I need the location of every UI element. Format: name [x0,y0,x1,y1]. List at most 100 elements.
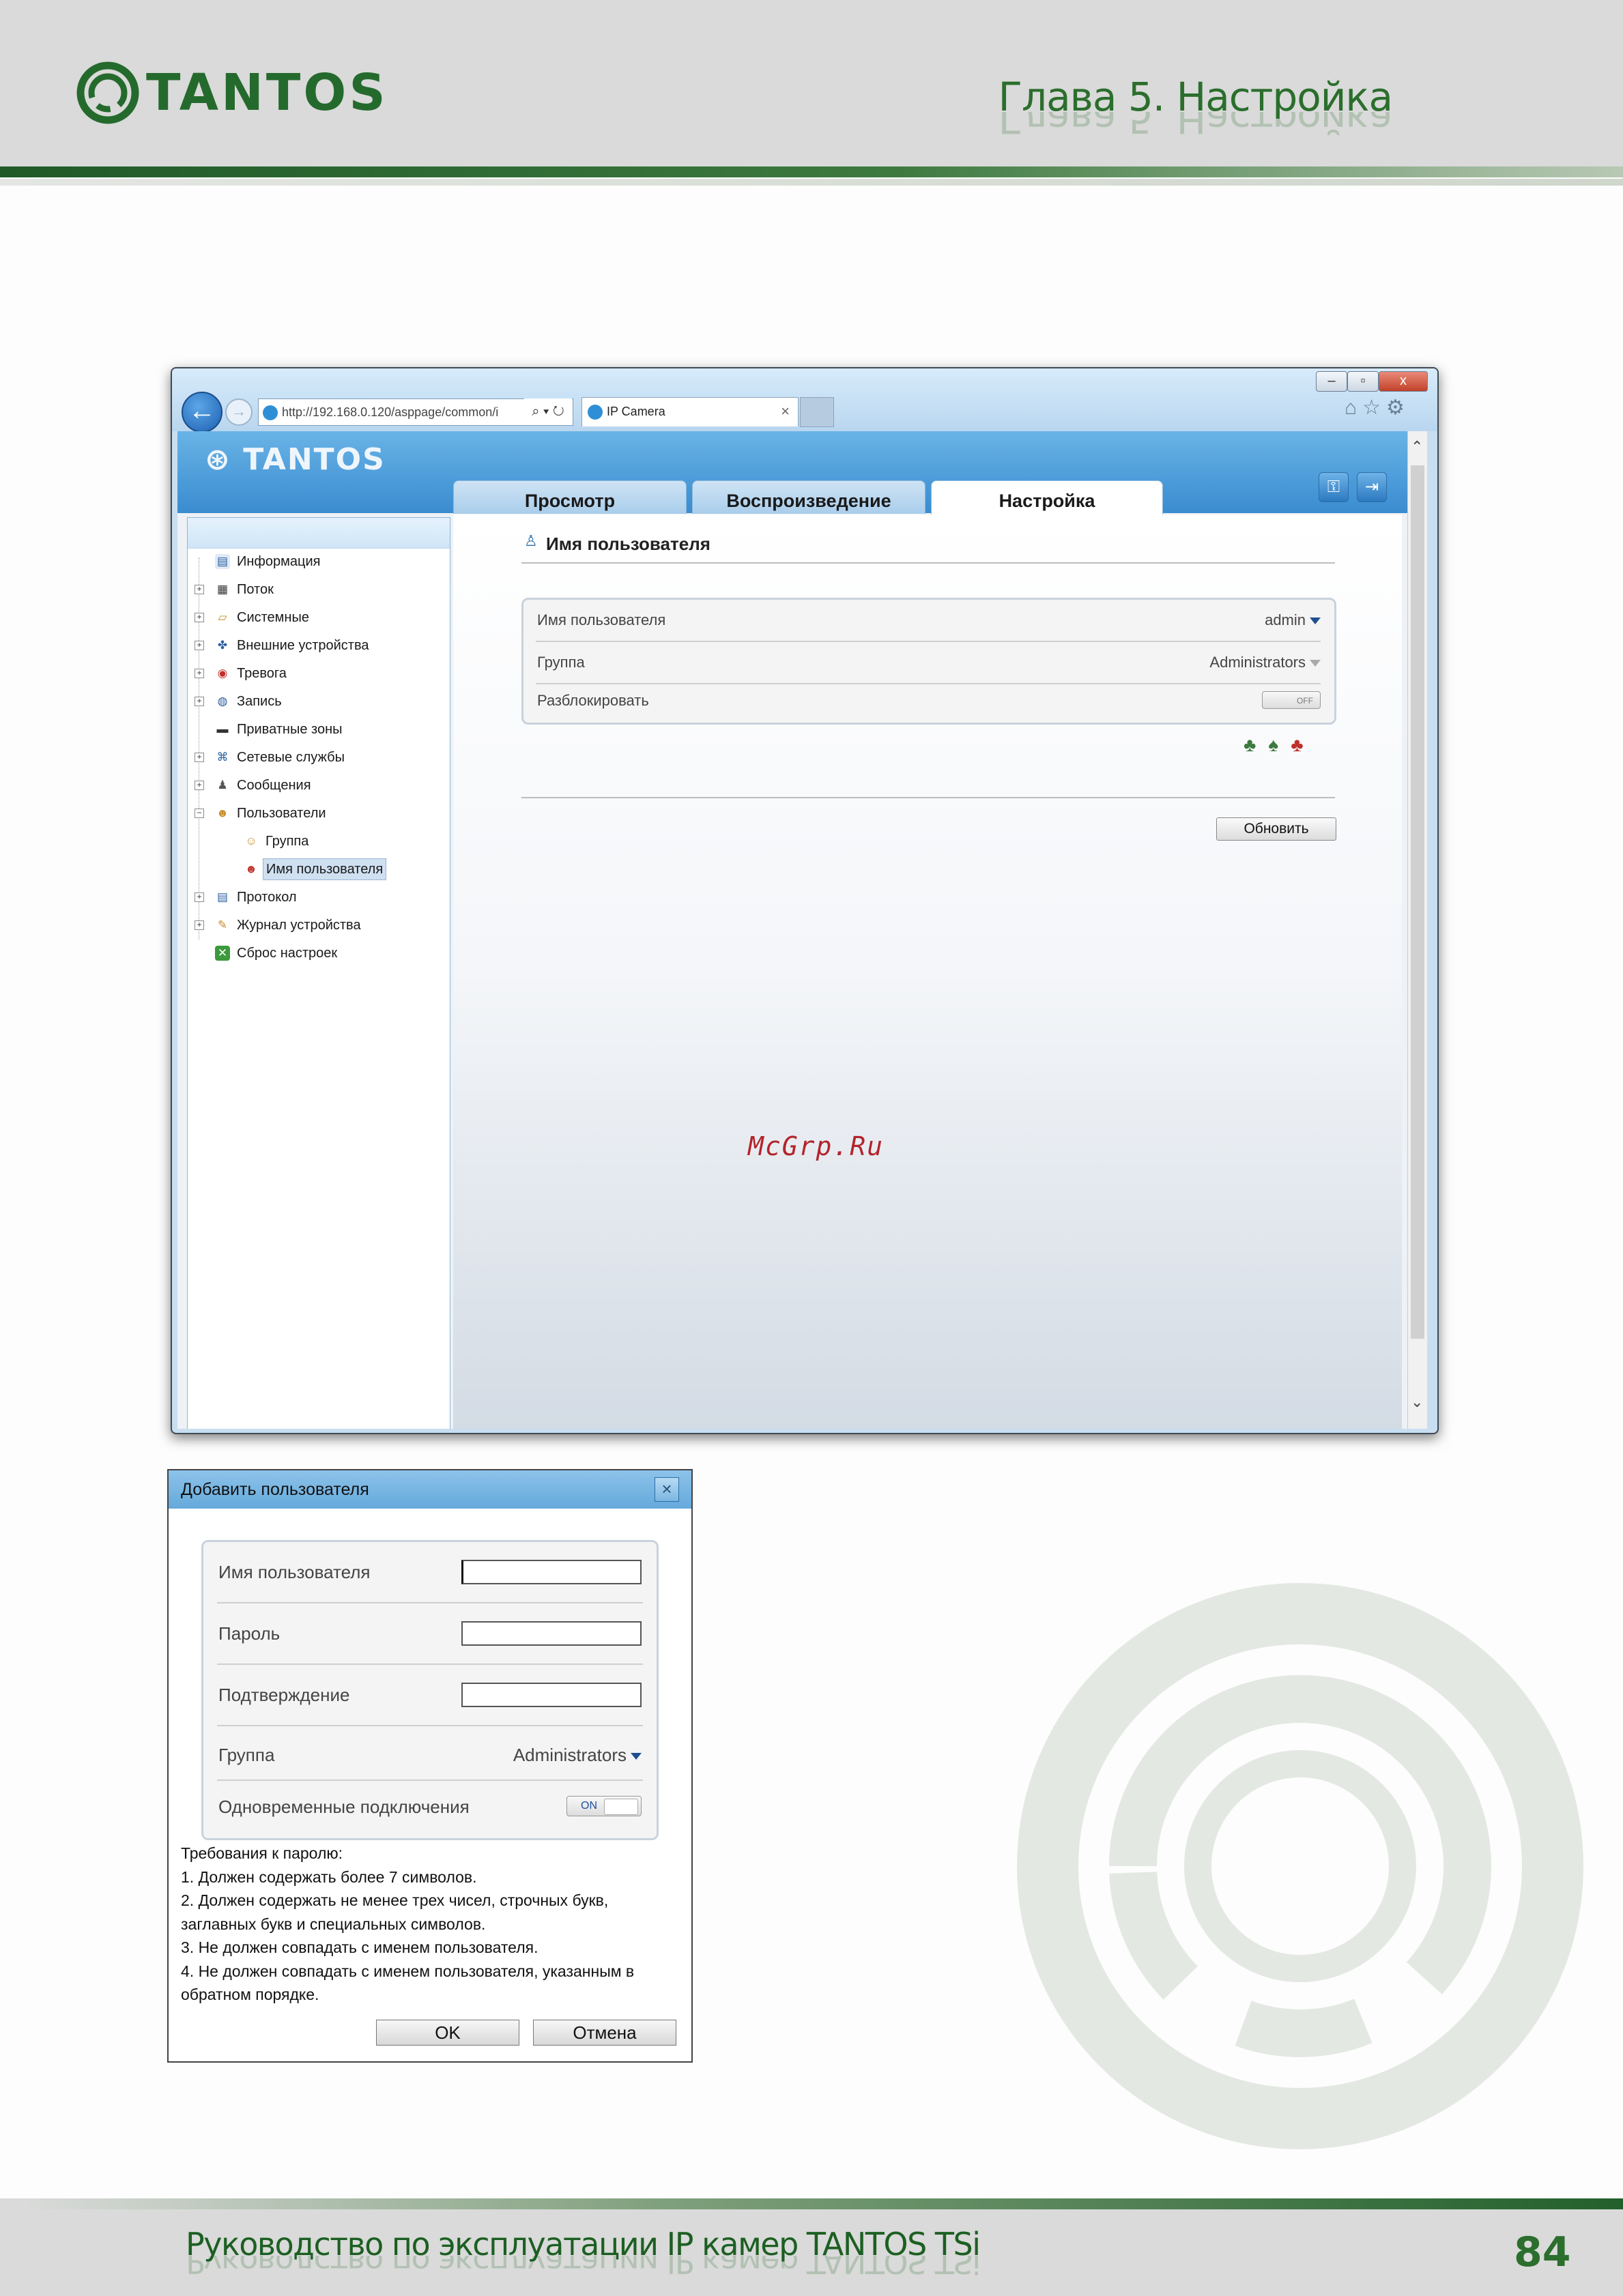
browser-toolbar-icons[interactable]: ⌂☆⚙ [1345,396,1410,420]
sidebar-item-username[interactable]: ☻ Имя пользователя [188,856,450,883]
expand-icon[interactable]: + [195,753,204,762]
expand-icon[interactable]: + [195,641,204,650]
username-select[interactable]: admin [1265,600,1321,641]
sidebar-item-group[interactable]: ☺ Группа [188,828,450,855]
header-stripe-light [0,179,1623,186]
edit-user-icon[interactable]: ♠ [1268,734,1291,755]
sidebar-item-messages[interactable]: + ♟ Сообщения [188,772,450,799]
refresh-button[interactable]: Обновить [1216,817,1336,841]
sidebar-item-label: Имя пользователя [263,858,387,880]
sidebar-item-system[interactable]: + ▱ Системные [188,604,450,631]
password-input[interactable] [461,1621,642,1646]
dialog-username-row: Имя пользователя [203,1542,657,1602]
expand-icon[interactable]: + [195,892,204,902]
app-logo-text: TANTOS [243,442,386,477]
scroll-up-icon[interactable]: ⌃ [1411,438,1423,456]
forward-arrow-icon[interactable]: → [225,398,253,426]
dialog-title: Добавить пользователя [181,1480,369,1499]
sidebar-item-alarm[interactable]: + ◉ Тревога [188,660,450,687]
key-icon[interactable]: ⚿ [1319,472,1349,502]
sidebar-item-label: Журнал устройства [237,918,361,933]
group-icon: ☺ [245,834,257,847]
requirement-line: 2. Должен содержать не менее трех чисел,… [181,1891,609,1909]
vertical-scrollbar[interactable]: ⌃ ⌄ [1407,431,1427,1429]
add-user-form: Имя пользователя Пароль Подтверждение Гр… [201,1540,659,1840]
sidebar-item-stream[interactable]: + ▦ Поток [188,576,450,603]
requirement-line: 1. Должен содержать более 7 символов. [181,1868,477,1886]
expand-icon[interactable]: + [195,920,204,930]
sidebar-item-info[interactable]: ▤ Информация [188,548,450,575]
brand-logo: TANTOS [76,60,388,126]
tab-close-icon[interactable]: × [781,398,790,425]
group-label: Группа [537,654,585,671]
expand-icon[interactable]: + [195,669,204,678]
sidebar-item-log[interactable]: + ✎ Журнал устройства [188,912,450,939]
sidebar-item-protocol[interactable]: + ▤ Протокол [188,884,450,911]
footer-title-reflection: Руководство по эксплуатации IP камер TAN… [186,2256,980,2280]
back-arrow-icon[interactable]: ← [182,392,222,433]
system-icon: ▱ [218,611,227,624]
unlock-label: Разблокировать [537,692,649,709]
group-select[interactable]: Administrators [1209,642,1321,683]
chevron-down-icon [1310,617,1321,625]
password-requirements: Требования к паролю: 1. Должен содержать… [181,1842,686,2007]
close-window-button[interactable]: x [1379,371,1428,392]
sidebar-item-external-devices[interactable]: + ✤ Внешние устройства [188,632,450,659]
settings-content: ♙ Имя пользователя Имя пользователя admi… [453,514,1402,1429]
maximize-button[interactable]: ▫ [1347,371,1379,392]
network-icon: ⌘ [216,751,229,764]
chevron-down-icon [631,1753,642,1760]
privacy-icon: ▬ [216,723,229,736]
scroll-down-icon[interactable]: ⌄ [1411,1393,1423,1411]
alarm-icon: ◉ [217,667,228,680]
add-user-icon[interactable]: ♣ [1244,734,1268,755]
logout-icon[interactable]: ⇥ [1357,472,1387,502]
sidebar-item-reset[interactable]: ✕ Сброс настроек [188,940,450,967]
unlock-toggle[interactable]: OFF [1262,691,1321,709]
tab-view[interactable]: Просмотр [453,480,687,514]
sidebar-item-privacy[interactable]: ▬ Приватные зоны [188,716,450,743]
user-settings-panel: Имя пользователя admin Группа Administra… [521,598,1336,725]
confirm-password-input[interactable] [461,1683,642,1707]
dialog-username-label: Имя пользователя [218,1562,371,1582]
sidebar-item-label: Внешние устройства [237,638,369,653]
browser-window: – ▫ x ← → http://192.168.0.120/asppage/c… [171,367,1439,1434]
sidebar-item-users[interactable]: − ☻ Пользователи [188,800,450,827]
group-select[interactable]: Administrators [513,1725,642,1785]
expand-icon[interactable]: + [195,781,204,790]
tab-playback[interactable]: Воспроизведение [692,480,925,514]
address-tools-icons[interactable]: ⌕ ▾ ↻ [524,398,572,424]
scroll-thumb[interactable] [1411,465,1424,1339]
stream-icon: ▦ [216,583,229,596]
new-tab-button[interactable] [800,397,834,427]
chevron-down-icon [1310,660,1321,667]
expand-icon[interactable]: + [195,697,204,706]
simultaneous-toggle[interactable]: ON [566,1796,642,1816]
delete-user-icon[interactable]: ♣ [1291,734,1315,755]
page-number: 84 [1514,2228,1571,2276]
protocol-icon: ▤ [216,890,229,903]
divider [521,797,1335,798]
collapse-icon[interactable]: − [195,809,204,818]
watermark-text: McGrp.Ru [748,1131,885,1161]
dialog-simultaneous-row: Одновременные подключения ON [203,1777,657,1837]
expand-icon[interactable]: + [195,585,204,594]
sidebar-item-network[interactable]: + ⌘ Сетевые службы [188,744,450,771]
expand-icon[interactable]: + [195,613,204,622]
sidebar-item-record[interactable]: + ◍ Запись [188,688,450,715]
divider [521,562,1335,564]
tab-settings[interactable]: Настройка [931,480,1163,515]
minimize-button[interactable]: – [1316,371,1347,392]
username-input[interactable] [461,1560,642,1584]
sidebar-item-label: Протокол [237,890,297,905]
dialog-confirm-row: Подтверждение [203,1665,657,1725]
requirement-line: заглавных букв и специальных символов. [181,1915,486,1933]
logo-text: TANTOS [146,63,388,122]
chapter-title-reflection: Глава 5. Настройка [998,112,1392,142]
browser-tab[interactable]: IP Camera × [581,397,799,426]
cancel-button[interactable]: Отмена [533,2020,676,2046]
ok-button[interactable]: OK [376,2020,519,2046]
add-user-dialog: Добавить пользователя × Имя пользователя… [167,1469,693,2063]
page-title: Имя пользователя [546,534,710,554]
close-icon[interactable]: × [655,1477,679,1502]
